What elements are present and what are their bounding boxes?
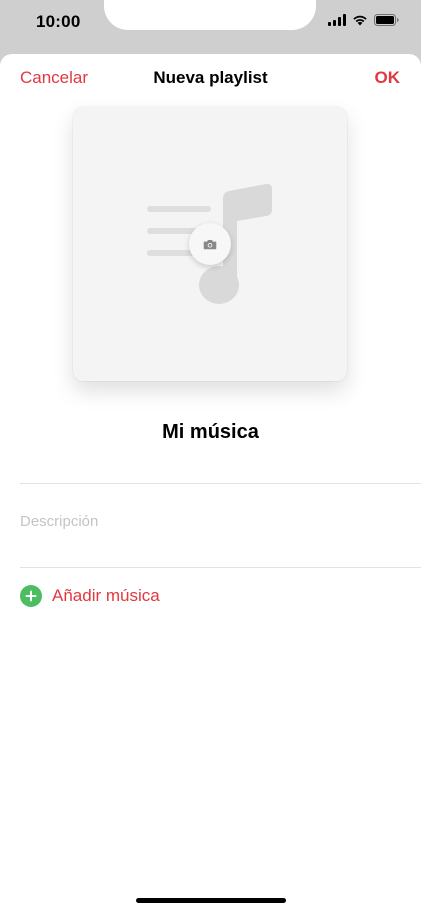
playlist-artwork[interactable] — [73, 107, 347, 381]
camera-button[interactable] — [189, 223, 231, 265]
home-indicator[interactable] — [136, 898, 286, 903]
status-icons — [328, 14, 399, 26]
wifi-icon — [352, 14, 368, 26]
battery-icon — [374, 14, 399, 26]
camera-icon — [203, 239, 217, 249]
cellular-signal-icon — [328, 14, 346, 26]
ok-button[interactable]: OK — [375, 68, 401, 88]
status-time: 10:00 — [36, 12, 81, 31]
divider — [20, 567, 421, 568]
nav-bar: Cancelar Nueva playlist OK — [0, 54, 421, 100]
screen: 10:00 Cancelar Nueva playlist OK Mi músi… — [0, 0, 421, 912]
status-bar: 10:00 — [0, 0, 421, 54]
new-playlist-sheet: Cancelar Nueva playlist OK Mi música Des… — [0, 54, 421, 912]
notch — [104, 0, 316, 30]
add-music-label: Añadir música — [52, 586, 160, 605]
add-music-button[interactable]: Añadir música — [20, 585, 160, 607]
divider — [20, 483, 421, 484]
description-field[interactable] — [20, 513, 400, 530]
page-title: Nueva playlist — [153, 68, 268, 87]
plus-circle-icon — [20, 585, 42, 607]
playlist-name-field[interactable]: Mi música — [0, 421, 421, 444]
